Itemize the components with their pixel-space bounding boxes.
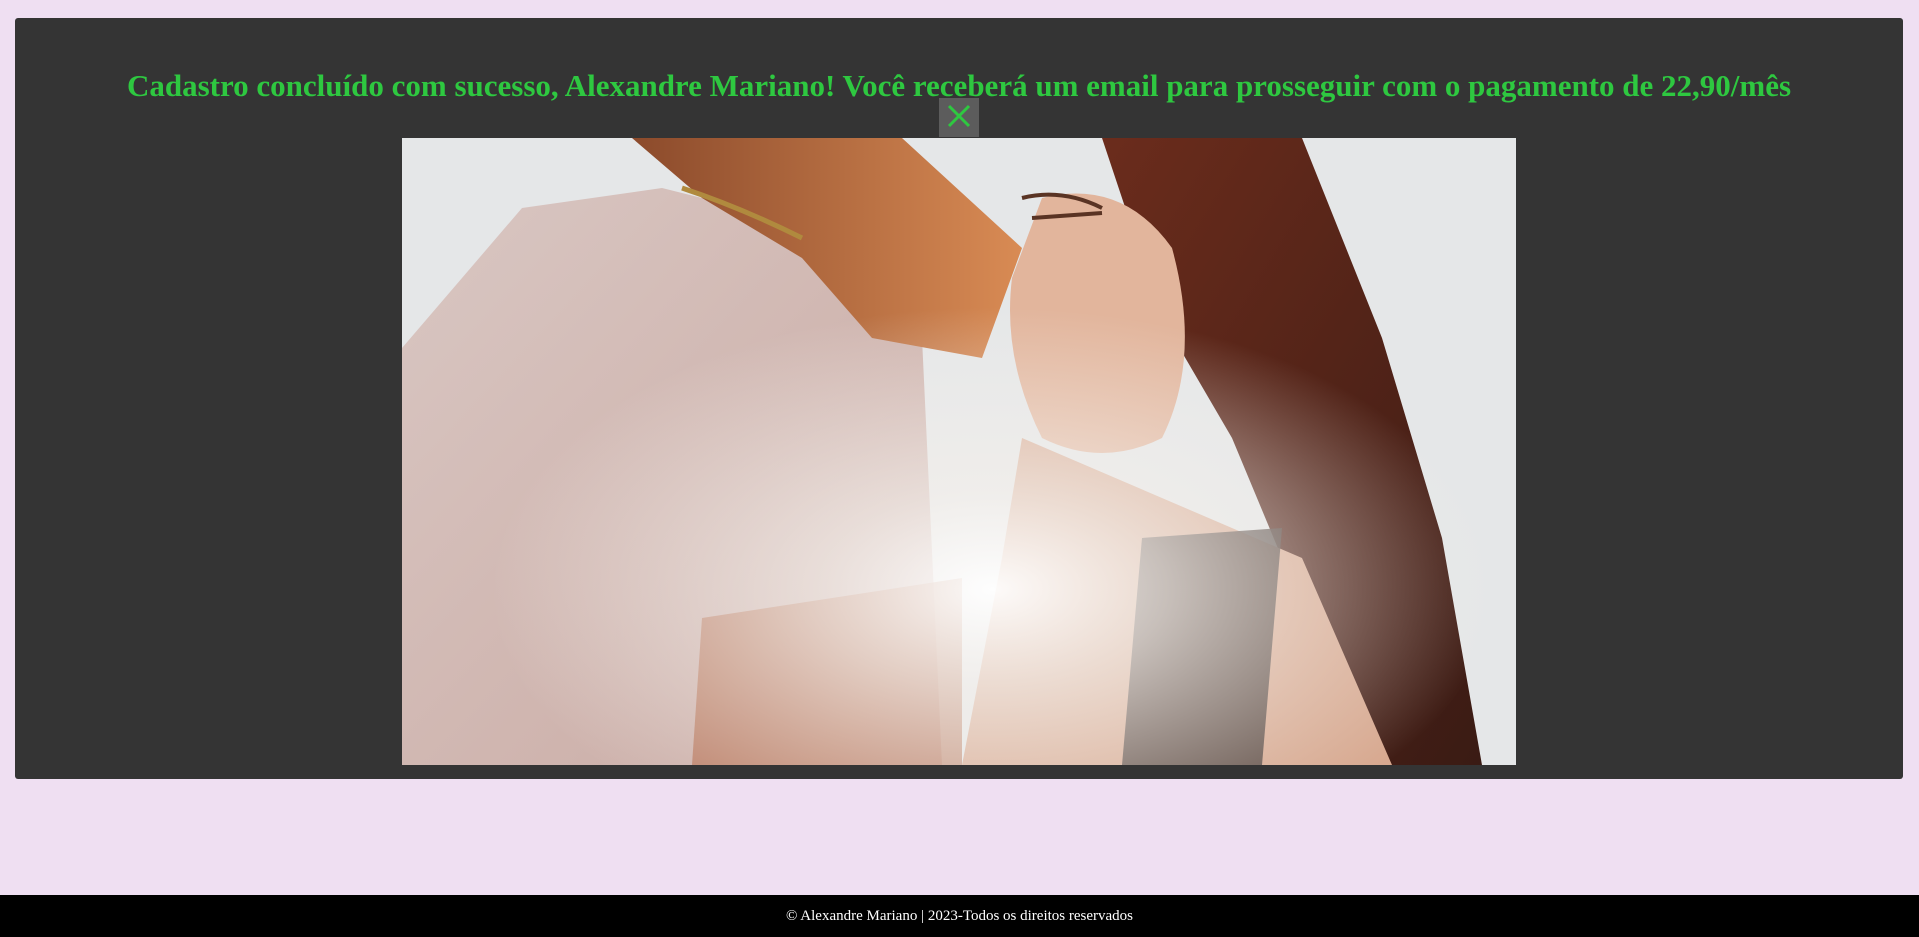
copyright-text: © Alexandre Mariano | 2023-Todos os dire… (785, 908, 1134, 924)
success-panel: Cadastro concluído com sucesso, Alexandr… (15, 18, 1903, 779)
close-icon (945, 102, 973, 133)
footer: © Alexandre Mariano | 2023-Todos os dire… (0, 895, 1919, 937)
close-button[interactable] (939, 98, 979, 137)
page: Cadastro concluído com sucesso, Alexandr… (0, 0, 1919, 937)
couple-photo (402, 138, 1516, 765)
